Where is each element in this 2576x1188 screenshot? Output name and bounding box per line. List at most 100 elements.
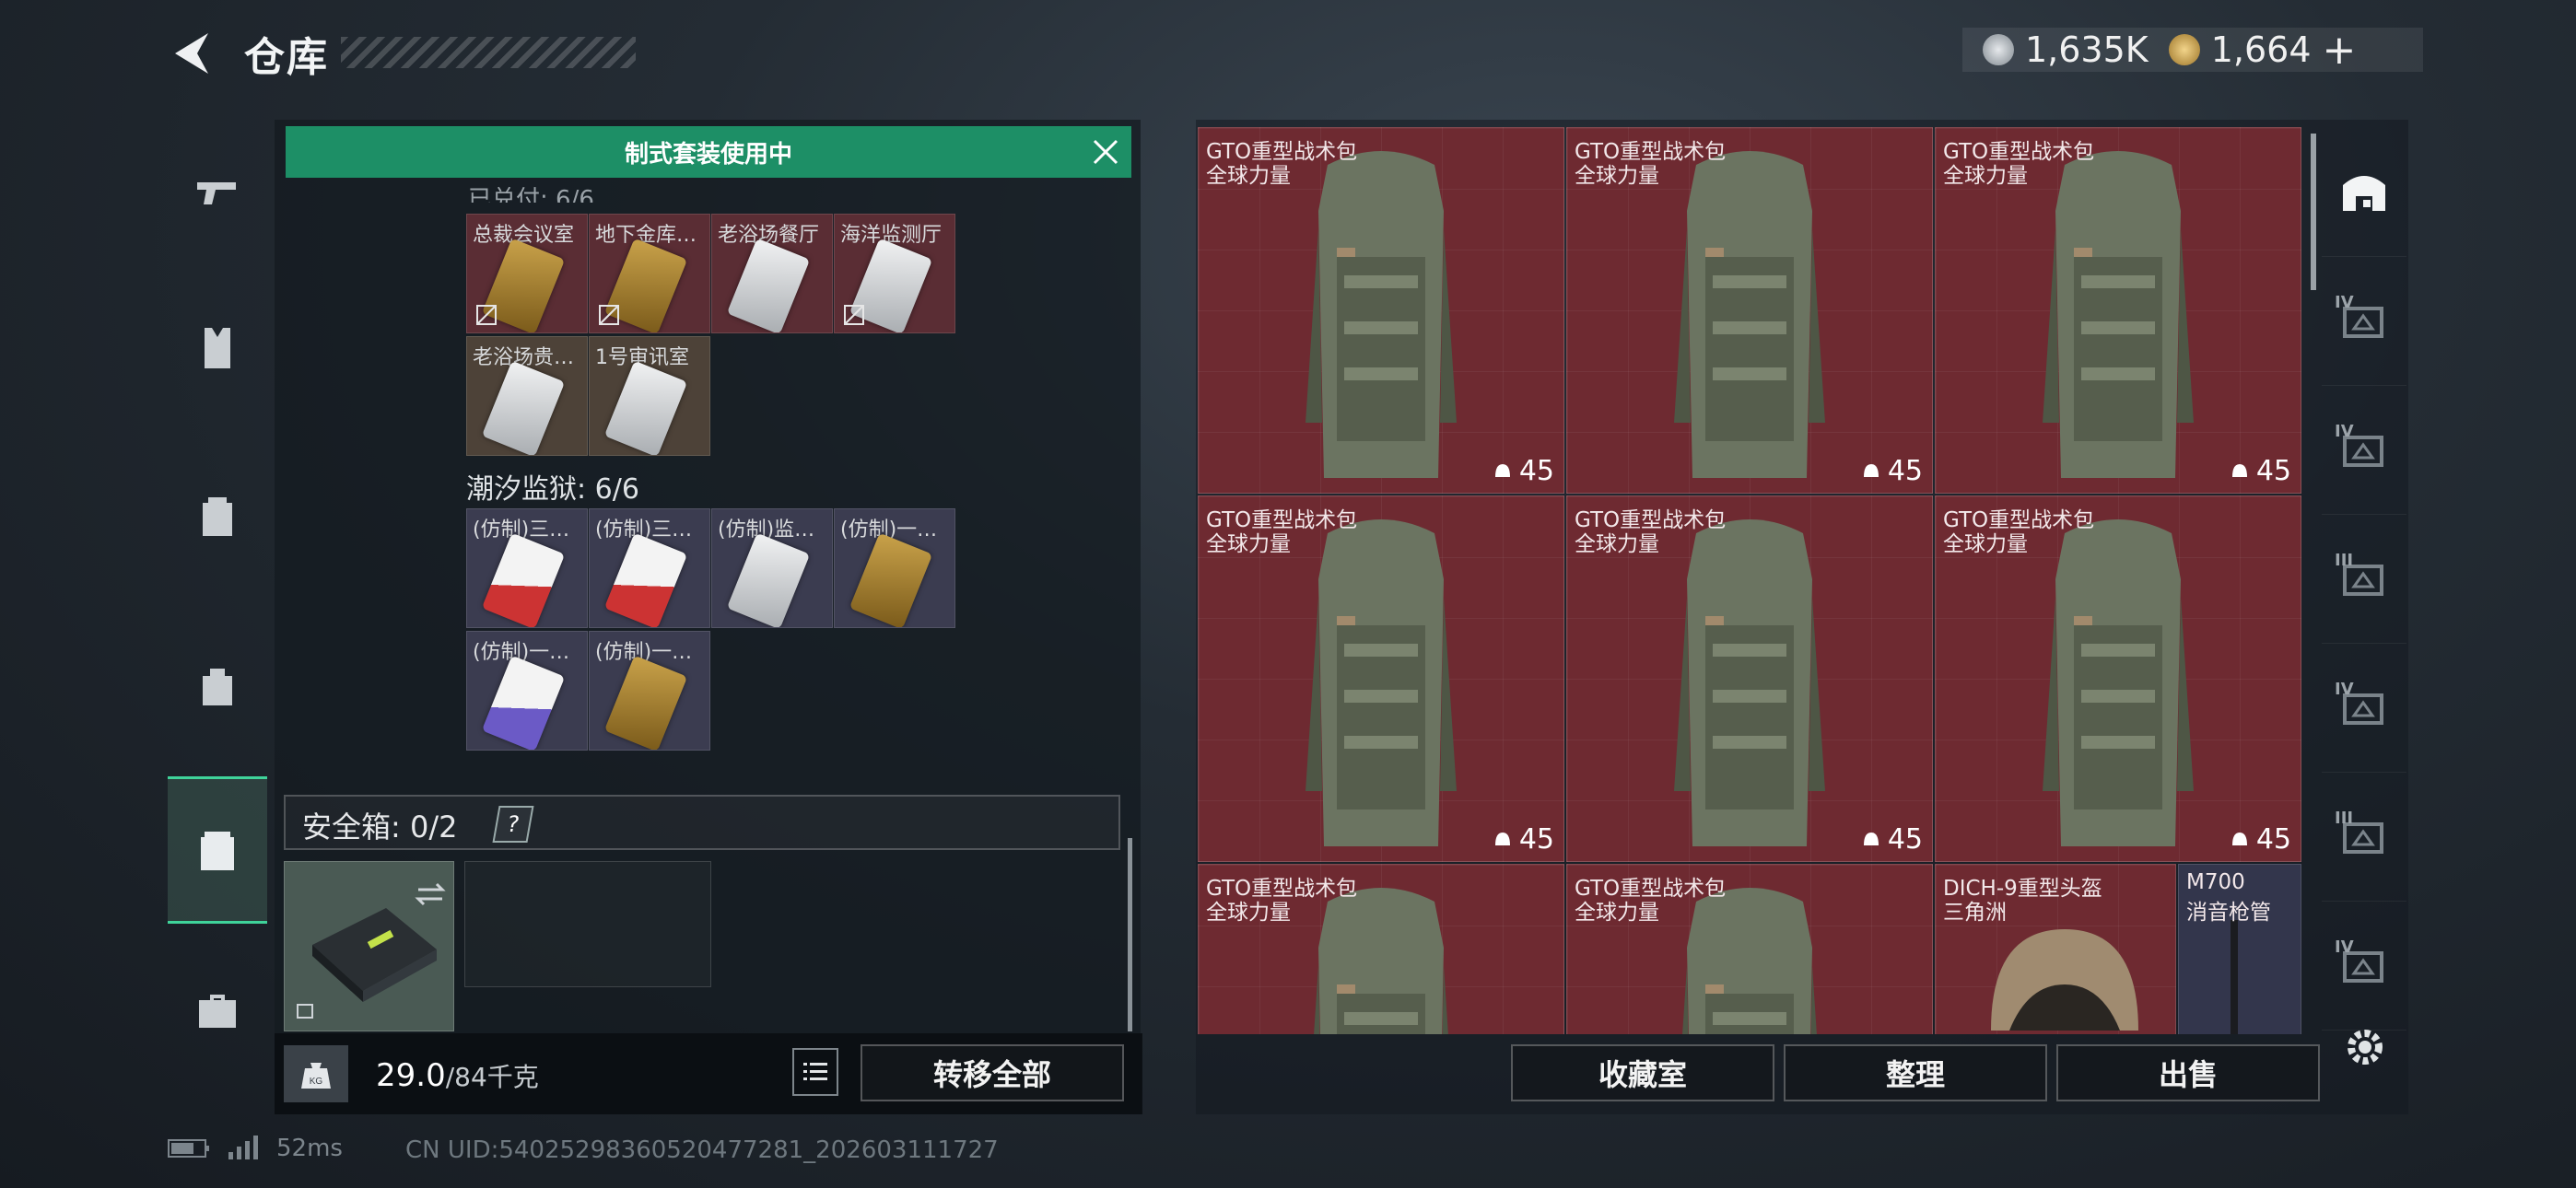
vest-icon <box>205 328 230 368</box>
durability-icon <box>1863 832 1879 845</box>
keycard-slot[interactable]: 地下金库… <box>589 214 710 333</box>
gold-currency[interactable]: 1,664 + <box>2168 27 2357 74</box>
keycard-icon <box>603 655 688 750</box>
facility-tab[interactable]: III <box>2322 514 2406 644</box>
signal-icon <box>228 1136 258 1159</box>
safe-container-icon <box>297 882 446 1019</box>
barrel-icon <box>2231 920 2238 1034</box>
keycard-slot[interactable]: (仿制)一… <box>834 508 955 628</box>
backpack-icon <box>203 497 232 536</box>
warehouse-item[interactable]: GTO重型战术包 全球力量 <box>1198 864 1564 1034</box>
rail-item-vest[interactable] <box>168 274 267 422</box>
gear-icon[interactable] <box>2340 1022 2390 1072</box>
add-currency-button[interactable]: + <box>2323 27 2357 74</box>
battery-icon <box>168 1139 209 1158</box>
warehouse-item[interactable]: GTO重型战术包 全球力量 45 <box>1198 495 1564 862</box>
sell-button[interactable]: 出售 <box>2056 1044 2320 1101</box>
backpack-icon <box>1682 888 1817 1034</box>
keycard-slot[interactable]: (仿制)三… <box>466 508 588 628</box>
keycard-icon <box>481 360 566 455</box>
facility-tab[interactable]: IV <box>2322 256 2406 386</box>
durability-value: 45 <box>2255 823 2291 856</box>
durability-icon <box>2231 832 2247 845</box>
close-icon[interactable] <box>1087 134 1124 170</box>
item-durability: 45 <box>1492 455 1554 487</box>
transfer-all-button[interactable]: 转移全部 <box>861 1044 1124 1101</box>
warehouse-item[interactable]: M700 消音枪管 <box>2178 864 2301 1034</box>
collection-room-button[interactable]: 收藏室 <box>1511 1044 1774 1101</box>
facility-tab[interactable]: IV <box>2322 385 2406 515</box>
back-arrow-icon[interactable] <box>166 26 221 81</box>
keycard-icon <box>849 532 933 627</box>
rail-item-backpack[interactable] <box>168 442 267 589</box>
keycard-slot[interactable]: (仿制)监… <box>711 508 833 628</box>
warehouse-item[interactable]: GTO重型战术包 全球力量 45 <box>1566 127 1933 494</box>
keycard-slot[interactable]: 老浴场贵… <box>466 336 588 456</box>
item-subtitle: 全球力量 <box>1206 901 1291 925</box>
pistol-icon <box>197 182 236 204</box>
keycard-slot[interactable]: (仿制)一… <box>466 631 588 751</box>
uid-label: CN UID:540252983605204772​81_20260311172… <box>405 1136 999 1164</box>
list-view-button[interactable] <box>792 1048 838 1096</box>
durability-value: 45 <box>1887 823 1923 856</box>
durability-value: 45 <box>1518 823 1554 856</box>
grid-scrollbar[interactable] <box>2311 134 2316 290</box>
warehouse-item[interactable]: DICH-9重型头盔 三角洲 <box>1935 864 2176 1034</box>
keycard-slot[interactable]: (仿制)三… <box>589 508 710 628</box>
warehouse-item[interactable]: GTO重型战术包 全球力量 45 <box>1935 495 2301 862</box>
gold-coin-icon <box>2168 34 2200 65</box>
backpack-icon <box>1306 519 1457 846</box>
facility-tab[interactable]: III <box>2322 772 2406 902</box>
briefcase-icon <box>199 995 236 1028</box>
item-subtitle: 全球力量 <box>1575 164 1659 188</box>
keycard-icon <box>481 532 566 627</box>
safe-box-slot[interactable] <box>284 861 454 1031</box>
weight-icon: KG <box>284 1045 348 1102</box>
weight-max: /84千克 <box>445 1062 539 1092</box>
rail-item-safe-box[interactable] <box>168 776 267 924</box>
sort-button[interactable]: 整理 <box>1784 1044 2047 1101</box>
help-button[interactable]: ? <box>492 806 534 843</box>
facility-level: IV <box>2335 422 2354 441</box>
backpack-icon <box>2043 151 2194 478</box>
durability-icon <box>2231 463 2247 477</box>
silver-amount: 1,635K <box>2025 29 2149 70</box>
facility-tab[interactable] <box>2322 127 2406 257</box>
safe-box-empty-slot[interactable] <box>464 861 711 987</box>
facility-rail: IV IV III IV III IV <box>2322 127 2406 1034</box>
facility-tab[interactable]: IV <box>2322 901 2406 1031</box>
rail-item-briefcase[interactable] <box>168 938 267 1085</box>
rail-item-bag[interactable] <box>168 613 267 761</box>
safe-box-icon <box>201 832 234 870</box>
keycard-slot[interactable]: 总裁会议室 <box>466 214 588 333</box>
keycard-slot[interactable]: 1号审讯室 <box>589 336 710 456</box>
warehouse-item[interactable]: GTO重型战术包 全球力量 45 <box>1935 127 2301 494</box>
facility-level: IV <box>2335 680 2354 699</box>
keycard-slot[interactable]: 海洋监测厅 <box>834 214 955 333</box>
item-subtitle: 消音枪管 <box>2186 901 2271 925</box>
page-title: 仓库 <box>244 34 329 81</box>
unbound-icon <box>599 305 619 325</box>
warehouse-item[interactable]: GTO重型战术包 全球力量 45 <box>1198 127 1564 494</box>
title-decoration <box>341 37 636 68</box>
item-durability: 45 <box>1492 823 1554 856</box>
item-subtitle: 全球力量 <box>1575 532 1659 556</box>
facility-tab[interactable]: IV <box>2322 643 2406 773</box>
keycard-slot[interactable]: 老浴场餐厅 <box>711 214 833 333</box>
item-subtitle: 全球力量 <box>1943 164 2028 188</box>
keycard-icon <box>481 655 566 750</box>
section-partial-label: 已兑付: 6/6 <box>468 186 594 203</box>
category-rail <box>168 118 267 1039</box>
warehouse-item[interactable]: GTO重型战术包 全球力量 <box>1566 864 1933 1034</box>
keycard-slot[interactable]: (仿制)一… <box>589 631 710 751</box>
unbound-icon <box>844 305 864 325</box>
rail-item-weapons[interactable] <box>168 118 267 265</box>
helmet-icon <box>1991 929 2138 1031</box>
warehouse-item[interactable]: GTO重型战术包 全球力量 45 <box>1566 495 1933 862</box>
left-scrollbar[interactable] <box>1128 838 1132 1031</box>
backpack-icon <box>2043 519 2194 846</box>
item-durability: 45 <box>2229 455 2291 487</box>
silver-currency[interactable]: 1,635K <box>1983 29 2149 70</box>
section-label-prison: 潮汐监狱: 6/6 <box>466 473 639 506</box>
preset-banner: 制式套装使用中 <box>286 126 1131 178</box>
